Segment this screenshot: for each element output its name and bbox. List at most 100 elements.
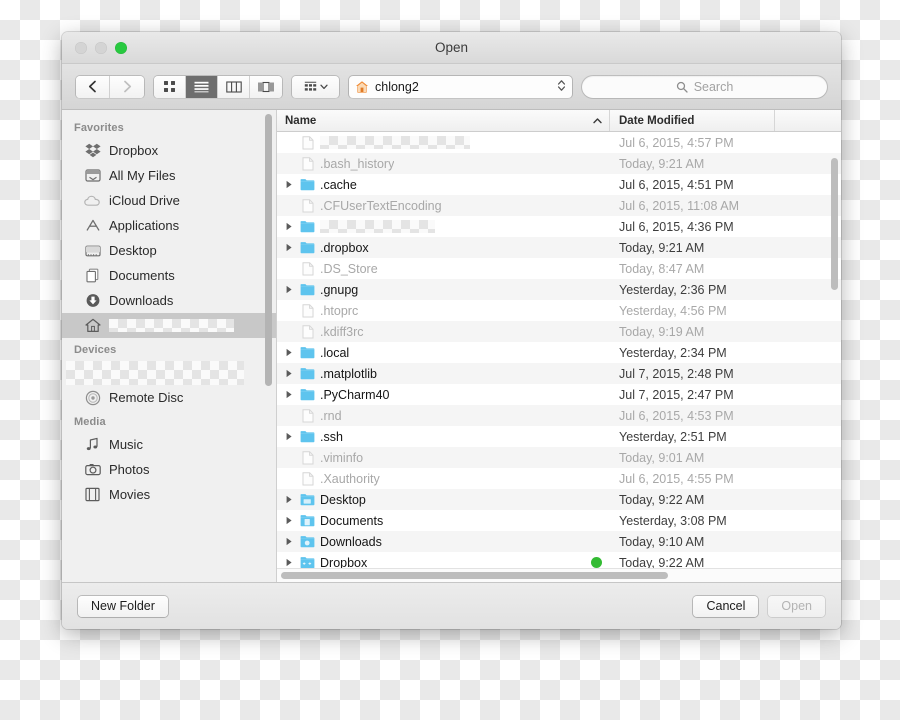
sidebar-item-home[interactable] — [62, 313, 276, 338]
folder-icon — [300, 345, 315, 360]
table-row[interactable]: .rnd Jul 6, 2015, 4:53 PM — [277, 405, 841, 426]
sidebar-item-icloud-drive[interactable]: iCloud Drive — [62, 188, 276, 213]
file-date-cell: Jul 6, 2015, 4:51 PM — [619, 177, 734, 192]
disclosure-triangle-icon — [286, 390, 292, 399]
sidebar-item-label-redacted — [109, 319, 234, 332]
sidebar-item-movies[interactable]: Movies — [62, 482, 276, 507]
path-popup-button[interactable]: chlong2 — [349, 75, 572, 98]
disclosure-triangle[interactable] — [283, 537, 295, 546]
file-name-cell: Documents — [277, 513, 610, 528]
horizontal-scroll-thumb[interactable] — [281, 572, 668, 579]
sidebar-item-desktop[interactable]: Desktop — [62, 238, 276, 263]
horizontal-scrollbar[interactable] — [277, 568, 841, 582]
folder-icon — [300, 557, 315, 568]
table-row[interactable]: .ssh Yesterday, 2:51 PM — [277, 426, 841, 447]
file-name-cell: .PyCharm40 — [277, 387, 610, 402]
sidebar-section-favorites-title: Favorites — [74, 122, 124, 134]
table-row[interactable]: .CFUserTextEncoding Jul 6, 2015, 11:08 AM — [277, 195, 841, 216]
table-row[interactable]: Downloads Today, 9:10 AM — [277, 531, 841, 552]
back-button[interactable] — [76, 75, 110, 98]
disclosure-triangle[interactable] — [283, 180, 295, 189]
table-row[interactable]: .kdiff3rc Today, 9:19 AM — [277, 321, 841, 342]
sidebar-item-applications[interactable]: Applications — [62, 213, 276, 238]
column-header-name[interactable]: Name — [277, 110, 610, 131]
coverflow-view-button[interactable] — [250, 75, 282, 98]
table-row[interactable]: .PyCharm40 Jul 7, 2015, 2:47 PM — [277, 384, 841, 405]
file-name-redacted — [320, 136, 470, 149]
music-note-icon — [84, 436, 101, 453]
folder-icon — [300, 492, 315, 507]
forward-button[interactable] — [110, 75, 144, 98]
file-name-label: .viminfo — [320, 450, 364, 465]
file-icon — [302, 135, 313, 149]
new-folder-button[interactable]: New Folder — [78, 595, 168, 617]
table-row[interactable]: .viminfo Today, 9:01 AM — [277, 447, 841, 468]
file-list-scrollbar[interactable] — [831, 158, 838, 290]
disclosure-triangle[interactable] — [283, 243, 295, 252]
folder-icon — [300, 387, 315, 402]
table-row[interactable]: .Xauthority Jul 6, 2015, 4:55 PM — [277, 468, 841, 489]
disclosure-triangle[interactable] — [283, 516, 295, 525]
disclosure-triangle-icon — [286, 285, 292, 294]
file-name-cell: .matplotlib — [277, 366, 610, 381]
sidebar-item-all-my-files[interactable]: All My Files — [62, 163, 276, 188]
table-row[interactable]: Desktop Today, 9:22 AM — [277, 489, 841, 510]
disclosure-triangle[interactable] — [283, 558, 295, 567]
file-date-cell: Today, 9:22 AM — [619, 555, 705, 569]
sidebar-item-dropbox[interactable]: Dropbox — [62, 138, 276, 163]
disclosure-triangle[interactable] — [283, 390, 295, 399]
disclosure-triangle[interactable] — [283, 222, 295, 231]
file-name-cell — [277, 135, 610, 150]
sidebar-item-label: All My Files — [109, 168, 176, 183]
sidebar-item-documents[interactable]: Documents — [62, 263, 276, 288]
column-header-date-modified[interactable]: Date Modified — [610, 110, 775, 131]
column-header-extra[interactable] — [775, 110, 841, 131]
disclosure-triangle[interactable] — [283, 369, 295, 378]
table-row[interactable]: .gnupg Yesterday, 2:36 PM — [277, 279, 841, 300]
disclosure-triangle-icon — [286, 348, 292, 357]
folder-icon — [300, 431, 315, 443]
folder-icon — [300, 536, 315, 548]
sidebar-scrollbar[interactable] — [265, 114, 272, 386]
disclosure-triangle[interactable] — [283, 285, 295, 294]
table-row[interactable]: .dropbox Today, 9:21 AM — [277, 237, 841, 258]
folder-icon — [300, 221, 315, 233]
disclosure-triangle[interactable] — [283, 432, 295, 441]
search-field[interactable]: Search — [582, 75, 827, 98]
file-date-cell: Today, 9:10 AM — [619, 534, 705, 549]
table-row[interactable]: Documents Yesterday, 3:08 PM — [277, 510, 841, 531]
list-view-button[interactable] — [186, 75, 218, 98]
file-name-cell: .htoprc — [277, 303, 610, 318]
disclosure-triangle[interactable] — [283, 348, 295, 357]
table-row[interactable]: Jul 6, 2015, 4:57 PM — [277, 132, 841, 153]
disclosure-triangle-icon — [286, 537, 292, 546]
open-button[interactable]: Open — [768, 595, 825, 617]
folder-icon — [300, 284, 315, 296]
table-row[interactable]: .htoprc Yesterday, 4:56 PM — [277, 300, 841, 321]
column-view-button[interactable] — [218, 75, 250, 98]
table-row[interactable]: .bash_history Today, 9:21 AM — [277, 153, 841, 174]
arrange-button[interactable] — [292, 75, 339, 98]
file-name-cell: .viminfo — [277, 450, 610, 465]
file-name-label: Downloads — [320, 534, 382, 549]
table-row[interactable]: .local Yesterday, 2:34 PM — [277, 342, 841, 363]
disclosure-triangle[interactable] — [283, 495, 295, 504]
sidebar-item-downloads[interactable]: Downloads — [62, 288, 276, 313]
table-row[interactable]: Dropbox Today, 9:22 AM — [277, 552, 841, 568]
table-row[interactable]: .DS_Store Today, 8:47 AM — [277, 258, 841, 279]
file-rows[interactable]: Jul 6, 2015, 4:57 PM .bash_history Today, … — [277, 132, 841, 568]
file-date-cell: Yesterday, 2:51 PM — [619, 429, 727, 444]
sidebar-item-label: Applications — [109, 218, 180, 233]
sidebar-item-photos[interactable]: Photos — [62, 457, 276, 482]
sidebar-item-device-redacted[interactable] — [62, 360, 276, 385]
table-row[interactable]: Jul 6, 2015, 4:36 PM — [277, 216, 841, 237]
column-header-name-label: Name — [285, 114, 317, 127]
sidebar-item-remote-disc[interactable]: Remote Disc — [62, 385, 276, 410]
disclosure-triangle-icon — [286, 516, 292, 525]
table-row[interactable]: .matplotlib Jul 7, 2015, 2:48 PM — [277, 363, 841, 384]
cancel-button[interactable]: Cancel — [693, 595, 759, 617]
sidebar-item-music[interactable]: Music — [62, 432, 276, 457]
table-row[interactable]: .cache Jul 6, 2015, 4:51 PM — [277, 174, 841, 195]
icon-view-button[interactable] — [154, 75, 186, 98]
folder-icon — [300, 347, 315, 359]
